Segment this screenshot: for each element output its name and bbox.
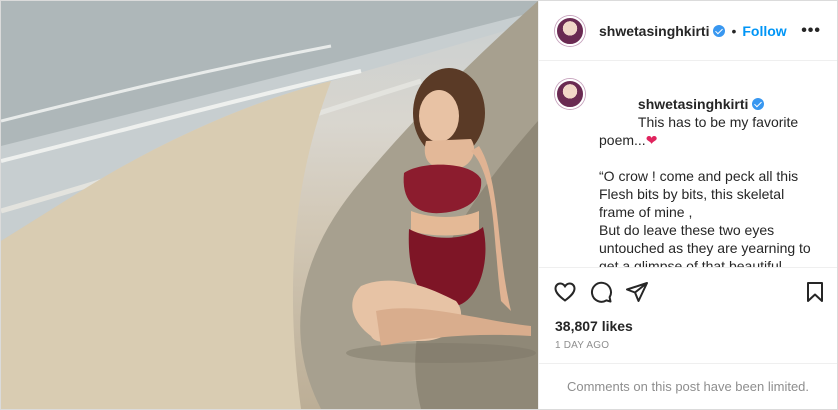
share-icon[interactable]: [625, 280, 649, 304]
likes-count[interactable]: 38,807 likes: [539, 315, 837, 337]
post-header: shwetasinghkirti • Follow •••: [539, 1, 837, 61]
heart-icon[interactable]: [553, 280, 577, 304]
verified-badge-icon: [713, 24, 726, 37]
post-photo[interactable]: [1, 1, 538, 409]
username-link[interactable]: shwetasinghkirti: [599, 23, 709, 39]
more-options-icon[interactable]: •••: [801, 22, 821, 40]
comment-icon[interactable]: [589, 280, 613, 304]
beach-photo-illustration: [1, 1, 538, 409]
caption-section: shwetasinghkirti This has to be my favor…: [539, 61, 837, 267]
caption-username-link[interactable]: shwetasinghkirti: [638, 96, 748, 112]
posted-time: 1 DAY AGO: [555, 340, 610, 351]
bookmark-icon[interactable]: [803, 280, 827, 304]
post-side-panel: shwetasinghkirti • Follow ••• shwetasing…: [538, 1, 837, 409]
follow-button[interactable]: Follow: [742, 23, 786, 39]
verified-badge-icon: [752, 98, 765, 110]
caption: shwetasinghkirti This has to be my favor…: [599, 77, 821, 267]
caption-first-line: This has to be my favorite poem...: [599, 114, 803, 148]
heart-emoji: ❤: [645, 132, 658, 148]
caption-body: “O crow ! come and peck all this Flesh b…: [599, 168, 811, 267]
avatar[interactable]: [555, 15, 585, 46]
instagram-post: shwetasinghkirti • Follow ••• shwetasing…: [0, 0, 838, 410]
avatar[interactable]: [555, 79, 585, 109]
separator-dot: •: [731, 22, 737, 39]
action-bar: [539, 267, 837, 315]
comments-limited-notice: Comments on this post have been limited.: [539, 363, 837, 409]
